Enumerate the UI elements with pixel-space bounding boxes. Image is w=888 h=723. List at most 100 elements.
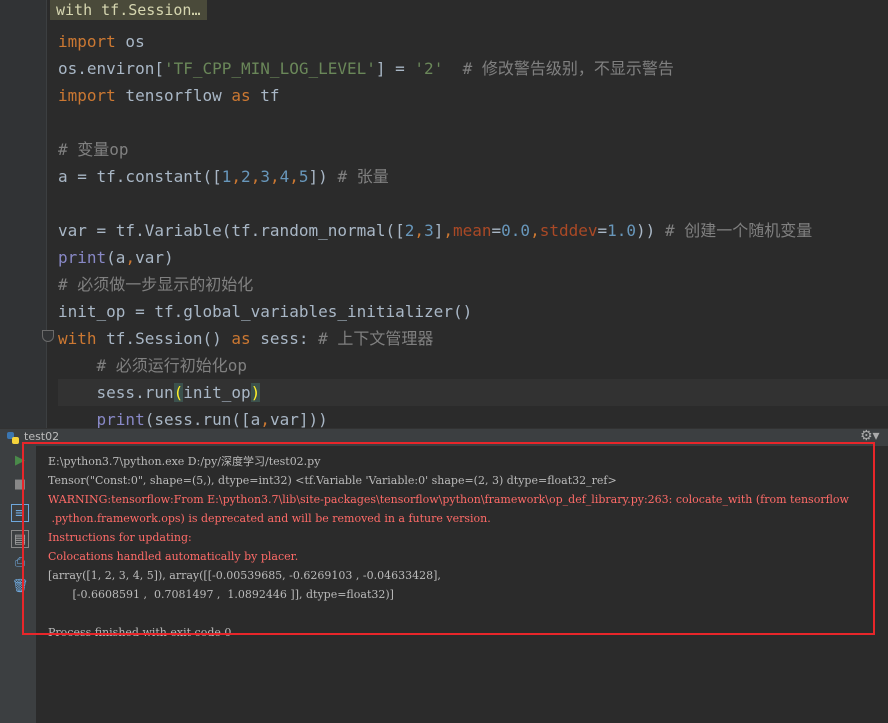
code-token: stddev: [539, 221, 598, 240]
code-token: as: [231, 86, 251, 105]
code-token: import: [58, 32, 116, 51]
code-token: 1: [221, 167, 232, 186]
code-editor[interactable]: with tf.Session… import os os.environ['TF…: [0, 0, 888, 428]
code-token: as: [231, 329, 251, 348]
code-line[interactable]: os.environ['TF_CPP_MIN_LOG_LEVEL'] = '2'…: [58, 55, 888, 82]
code-token: tf: [250, 86, 280, 105]
console-line: Colocations handled automatically by pla…: [48, 550, 299, 563]
code-token: os: [115, 32, 145, 51]
code-line[interactable]: var = tf.Variable(tf.random_normal([2,3]…: [58, 217, 888, 244]
code-token: init_op: [183, 383, 251, 402]
code-token: var])): [269, 410, 328, 428]
code-token: tensorflow: [115, 86, 232, 105]
code-token: 1.0: [607, 221, 637, 240]
console-line: Instructions for updating:: [48, 531, 192, 544]
code-token: (: [173, 383, 184, 402]
code-line[interactable]: init_op = tf.global_variables_initialize…: [58, 298, 888, 325]
code-token: 2: [404, 221, 415, 240]
run-console[interactable]: E:\python3.7\python.exe D:/py/深度学习/test0…: [36, 446, 888, 723]
console-line: [array([1, 2, 3, 4, 5]), array([[-0.0053…: [48, 569, 441, 582]
stop-icon[interactable]: ■: [11, 476, 29, 494]
soft-wrap-icon[interactable]: ≡: [11, 504, 29, 522]
scroll-to-end-icon[interactable]: ▤: [11, 530, 29, 548]
code-token: a = tf.constant([: [58, 167, 222, 186]
code-token: )): [636, 221, 665, 240]
code-token: ,: [125, 248, 136, 267]
code-token: ,: [269, 167, 280, 186]
editor-gutter[interactable]: [0, 0, 47, 428]
code-token: with: [58, 329, 97, 348]
code-token: 'TF_CPP_MIN_LOG_LEVEL': [163, 59, 376, 78]
print-icon[interactable]: ⎙: [11, 554, 29, 572]
code-line[interactable]: [58, 109, 888, 136]
code-line[interactable]: # 必须做一步显示的初始化: [58, 271, 888, 298]
code-token: =: [597, 221, 608, 240]
breadcrumb[interactable]: with tf.Session…: [50, 0, 207, 20]
console-line: .python.framework.ops) is deprecated and…: [48, 512, 491, 525]
code-token: ,: [289, 167, 299, 186]
code-line[interactable]: import tensorflow as tf: [58, 82, 888, 109]
code-token: print: [96, 410, 145, 428]
code-token: ,: [250, 167, 261, 186]
code-token: (a: [106, 248, 126, 267]
code-token: # 必须做一步显示的初始化: [58, 275, 254, 294]
code-line[interactable]: import os: [58, 28, 888, 55]
console-line: [-0.6608591 , 0.7081497 , 1.0892446 ]], …: [48, 588, 394, 601]
code-line[interactable]: with tf.Session() as sess: # 上下文管理器: [58, 325, 888, 352]
clear-trash-icon[interactable]: 🗑: [11, 578, 29, 596]
code-line[interactable]: print(a,var): [58, 244, 888, 271]
run-side-toolbar: ▶ ■ ≡ ▤ ⎙ 🗑: [0, 446, 36, 723]
code-token: ,: [443, 221, 453, 240]
gear-icon[interactable]: ⚙▾: [860, 428, 880, 444]
console-line: E:\python3.7\python.exe D:/py/深度学习/test0…: [48, 455, 321, 468]
code-line[interactable]: a = tf.constant([1,2,3,4,5]) # 张量: [58, 163, 888, 190]
code-token: 2: [241, 167, 251, 186]
code-token: sess:: [250, 329, 319, 348]
code-token: # 上下文管理器: [318, 329, 434, 348]
code-token: # 张量: [337, 167, 389, 186]
console-output[interactable]: E:\python3.7\python.exe D:/py/深度学习/test0…: [48, 452, 884, 642]
code-line[interactable]: # 必须运行初始化op: [58, 352, 888, 379]
code-lines[interactable]: import os os.environ['TF_CPP_MIN_LOG_LEVE…: [58, 28, 888, 428]
code-token: 5: [298, 167, 309, 186]
code-line[interactable]: # 变量op: [58, 136, 888, 163]
code-token: =: [491, 221, 502, 240]
code-token: 0.0: [501, 221, 531, 240]
console-line: Tensor("Const:0", shape=(5,), dtype=int3…: [48, 474, 617, 487]
code-token: '2': [414, 59, 444, 78]
code-token: tf.Session(): [96, 329, 232, 348]
run-tab-title[interactable]: test02: [24, 430, 59, 443]
fold-marker-icon[interactable]: [42, 330, 54, 342]
code-token: (sess.run([a: [144, 410, 261, 428]
code-token: # 创建一个随机变量: [664, 221, 813, 240]
code-token: var = tf.Variable(tf.random_normal([: [58, 221, 405, 240]
code-token: mean: [452, 221, 492, 240]
code-token: var): [135, 248, 174, 267]
code-token: print: [58, 248, 107, 267]
code-token: ,: [231, 167, 242, 186]
code-line[interactable]: print(sess.run([a,var])): [58, 406, 888, 428]
code-token: ,: [530, 221, 540, 240]
code-token: init_op = tf.global_variables_initialize…: [58, 302, 473, 321]
code-token: ] =: [375, 59, 415, 78]
code-token: ): [250, 383, 261, 402]
code-token: 4: [279, 167, 290, 186]
console-line: WARNING:tensorflow:From E:\python3.7\lib…: [48, 493, 849, 506]
code-token: 3: [260, 167, 270, 186]
code-token: ]: [433, 221, 444, 240]
code-line[interactable]: [58, 190, 888, 217]
console-line: Process finished with exit code 0: [48, 626, 232, 639]
python-icon: [7, 432, 19, 444]
code-line[interactable]: sess.run(init_op): [58, 379, 888, 406]
rerun-icon[interactable]: ▶: [11, 452, 29, 470]
code-token: ,: [260, 410, 270, 428]
code-token: # 修改警告级别，不显示警告: [443, 59, 674, 78]
code-token: sess.run: [58, 383, 174, 402]
code-token: 3: [424, 221, 434, 240]
code-token: ,: [414, 221, 425, 240]
code-token: # 变量op: [58, 140, 129, 159]
code-token: os.environ[: [58, 59, 164, 78]
code-token: ]): [308, 167, 338, 186]
